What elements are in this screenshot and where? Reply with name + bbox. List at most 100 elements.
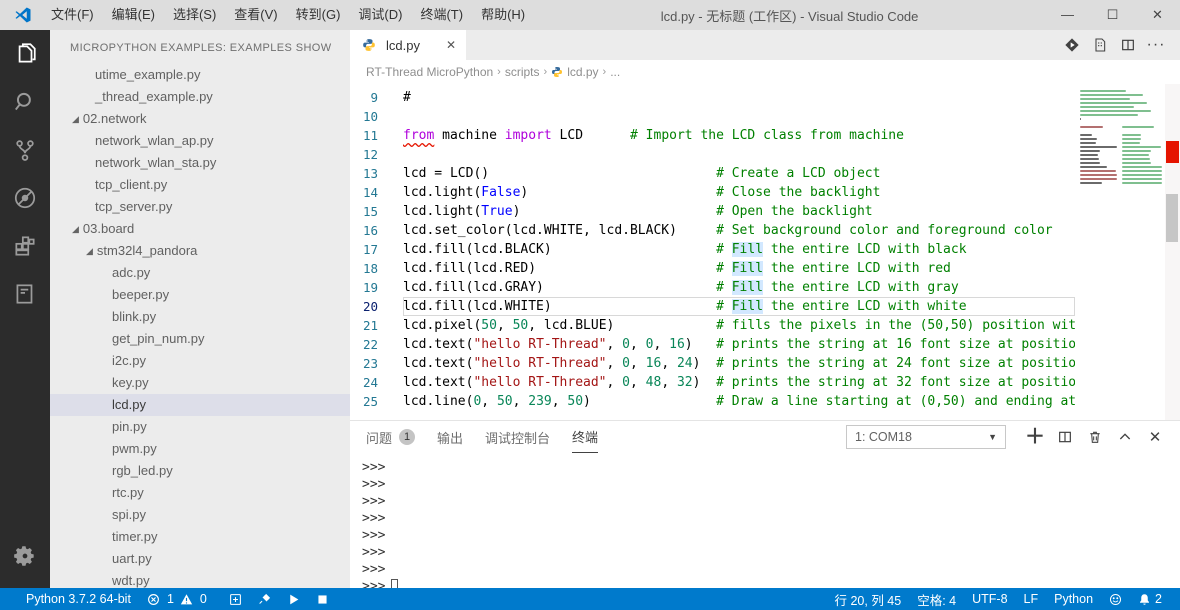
terminal-line: >>>	[362, 476, 1180, 493]
tree-item-key-py[interactable]: key.py	[50, 372, 350, 394]
tree-item-blink-py[interactable]: blink.py	[50, 306, 350, 328]
settings-gear-icon[interactable]	[0, 532, 50, 580]
problems-indicator[interactable]: 1 0	[139, 588, 221, 610]
menu-item[interactable]: 转到(G)	[287, 0, 350, 30]
code-line-10: 10	[350, 107, 1075, 126]
debug-icon[interactable]	[0, 174, 50, 222]
tree-item-rgb_led-py[interactable]: rgb_led.py	[50, 460, 350, 482]
new-terminal-icon[interactable]: ＋	[1020, 422, 1050, 452]
more-actions-icon[interactable]: ···	[1142, 30, 1170, 60]
tree-item-pwm-py[interactable]: pwm.py	[50, 438, 350, 460]
terminal-line: >>>	[362, 527, 1180, 544]
terminal-line: >>>	[362, 544, 1180, 561]
close-button[interactable]: ✕	[1135, 0, 1180, 30]
maximize-button[interactable]: ☐	[1090, 0, 1135, 30]
download-board-icon[interactable]	[221, 588, 250, 610]
explorer-icon[interactable]	[0, 30, 50, 78]
tree-item-network_wlan_sta-py[interactable]: network_wlan_sta.py	[50, 152, 350, 174]
menu-item[interactable]: 查看(V)	[225, 0, 286, 30]
minimap[interactable]	[1075, 84, 1165, 420]
search-icon[interactable]	[0, 78, 50, 126]
menu-bar: 文件(F)编辑(E)选择(S)查看(V)转到(G)调试(D)终端(T)帮助(H)	[42, 0, 534, 30]
split-terminal-icon[interactable]	[1050, 422, 1080, 452]
run-icon[interactable]	[279, 588, 308, 610]
window-controls: — ☐ ✕	[1045, 0, 1180, 30]
terminal[interactable]: >>>>>>>>>>>>>>>>>>>>>>>>	[350, 453, 1180, 588]
terminal-port-select[interactable]: 1: COM18 ▼	[846, 425, 1006, 449]
split-editor-icon[interactable]	[1114, 30, 1142, 60]
minimize-button[interactable]: —	[1045, 0, 1090, 30]
code-line-14: 14lcd.light(False) # Close the backlight	[350, 183, 1075, 202]
menu-item[interactable]: 帮助(H)	[472, 0, 534, 30]
stop-icon[interactable]	[308, 588, 337, 610]
tree-item-get_pin_num-py[interactable]: get_pin_num.py	[50, 328, 350, 350]
tree-item-timer-py[interactable]: timer.py	[50, 526, 350, 548]
breadcrumb-item[interactable]: scripts	[505, 65, 540, 79]
panel-tab-输出[interactable]: 输出	[437, 421, 463, 453]
tree-item-network_wlan_ap-py[interactable]: network_wlan_ap.py	[50, 130, 350, 152]
breadcrumb-item[interactable]: lcd.py	[551, 65, 598, 79]
eol-sequence[interactable]: LF	[1016, 588, 1047, 610]
tree-item-beeper-py[interactable]: beeper.py	[50, 284, 350, 306]
indentation[interactable]: 空格: 4	[909, 588, 964, 610]
warning-icon	[180, 593, 193, 606]
python-version[interactable]: Python 3.7.2 64-bit	[18, 588, 139, 610]
sidebar-section-title[interactable]: MICROPYTHON EXAMPLES: EXAMPLES SHOW	[50, 30, 350, 64]
panel-tab-问题[interactable]: 问题1	[366, 421, 415, 453]
tree-item-tcp_client-py[interactable]: tcp_client.py	[50, 174, 350, 196]
tree-item-02-network[interactable]: ◢02.network	[50, 108, 350, 130]
notifications-bell[interactable]: 2	[1130, 588, 1170, 610]
tab-close-icon[interactable]: ✕	[446, 38, 456, 52]
tree-item-rtc-py[interactable]: rtc.py	[50, 482, 350, 504]
tree-item-wdt-py[interactable]: wdt.py	[50, 570, 350, 588]
language-mode[interactable]: Python	[1046, 588, 1101, 610]
python-icon	[551, 66, 563, 78]
chevron-down-icon: ▼	[988, 432, 997, 442]
tree-item-03-board[interactable]: ◢03.board	[50, 218, 350, 240]
menu-item[interactable]: 调试(D)	[349, 0, 411, 30]
panel-tab-终端[interactable]: 终端	[572, 421, 598, 453]
binary-file-icon[interactable]	[1086, 30, 1114, 60]
maximize-panel-icon[interactable]	[1110, 422, 1140, 452]
panel-tab-调试控制台[interactable]: 调试控制台	[485, 421, 550, 453]
breadcrumb-item[interactable]: ...	[610, 65, 620, 79]
menu-item[interactable]: 选择(S)	[164, 0, 225, 30]
extensions-icon[interactable]	[0, 222, 50, 270]
tree-item-utime_example-py[interactable]: utime_example.py	[50, 64, 350, 86]
breadcrumb-item[interactable]: RT-Thread MicroPython	[366, 65, 493, 79]
bottom-panel: 问题1 输出调试控制台终端 1: COM18 ▼ ＋	[350, 420, 1180, 588]
tree-item-i2c-py[interactable]: i2c.py	[50, 350, 350, 372]
activity-bar	[0, 30, 50, 588]
close-panel-icon[interactable]: ✕	[1140, 422, 1170, 452]
cursor-position[interactable]: 行 20, 列 45	[827, 588, 910, 610]
tree-item-spi-py[interactable]: spi.py	[50, 504, 350, 526]
connect-plug-icon[interactable]	[250, 588, 279, 610]
source-control-icon[interactable]	[0, 126, 50, 174]
tree-item-adc-py[interactable]: adc.py	[50, 262, 350, 284]
tree-item-lcd-py[interactable]: lcd.py	[50, 394, 350, 416]
file-tree: utime_example.py_thread_example.py◢02.ne…	[50, 64, 350, 588]
run-diamond-icon[interactable]	[1058, 30, 1086, 60]
tree-item-_thread_example-py[interactable]: _thread_example.py	[50, 86, 350, 108]
vscode-logo-icon	[14, 6, 32, 24]
terminal-line: >>>	[362, 578, 1180, 588]
menu-item[interactable]: 编辑(E)	[103, 0, 164, 30]
feedback-smiley-icon[interactable]	[1101, 588, 1130, 610]
code-lines: 9#1011from machine import LCD # Import t…	[350, 88, 1075, 420]
panel-tabs: 问题1 输出调试控制台终端	[366, 421, 620, 453]
title-bar: 文件(F)编辑(E)选择(S)查看(V)转到(G)调试(D)终端(T)帮助(H)…	[0, 0, 1180, 30]
tab-lcd-py[interactable]: lcd.py ✕	[350, 30, 466, 60]
kill-terminal-icon[interactable]	[1080, 422, 1110, 452]
encoding[interactable]: UTF-8	[964, 588, 1015, 610]
python-icon	[362, 38, 376, 52]
menu-item[interactable]: 终端(T)	[411, 0, 472, 30]
docs-icon[interactable]	[0, 270, 50, 318]
tree-item-tcp_server-py[interactable]: tcp_server.py	[50, 196, 350, 218]
terminal-line: >>>	[362, 510, 1180, 527]
tree-item-uart-py[interactable]: uart.py	[50, 548, 350, 570]
tree-item-stm32l4_pandora[interactable]: ◢stm32l4_pandora	[50, 240, 350, 262]
tree-item-pin-py[interactable]: pin.py	[50, 416, 350, 438]
menu-item[interactable]: 文件(F)	[42, 0, 103, 30]
editor-scrollbar-thumb[interactable]	[1166, 194, 1178, 242]
code-editor[interactable]: 9#1011from machine import LCD # Import t…	[350, 84, 1180, 420]
